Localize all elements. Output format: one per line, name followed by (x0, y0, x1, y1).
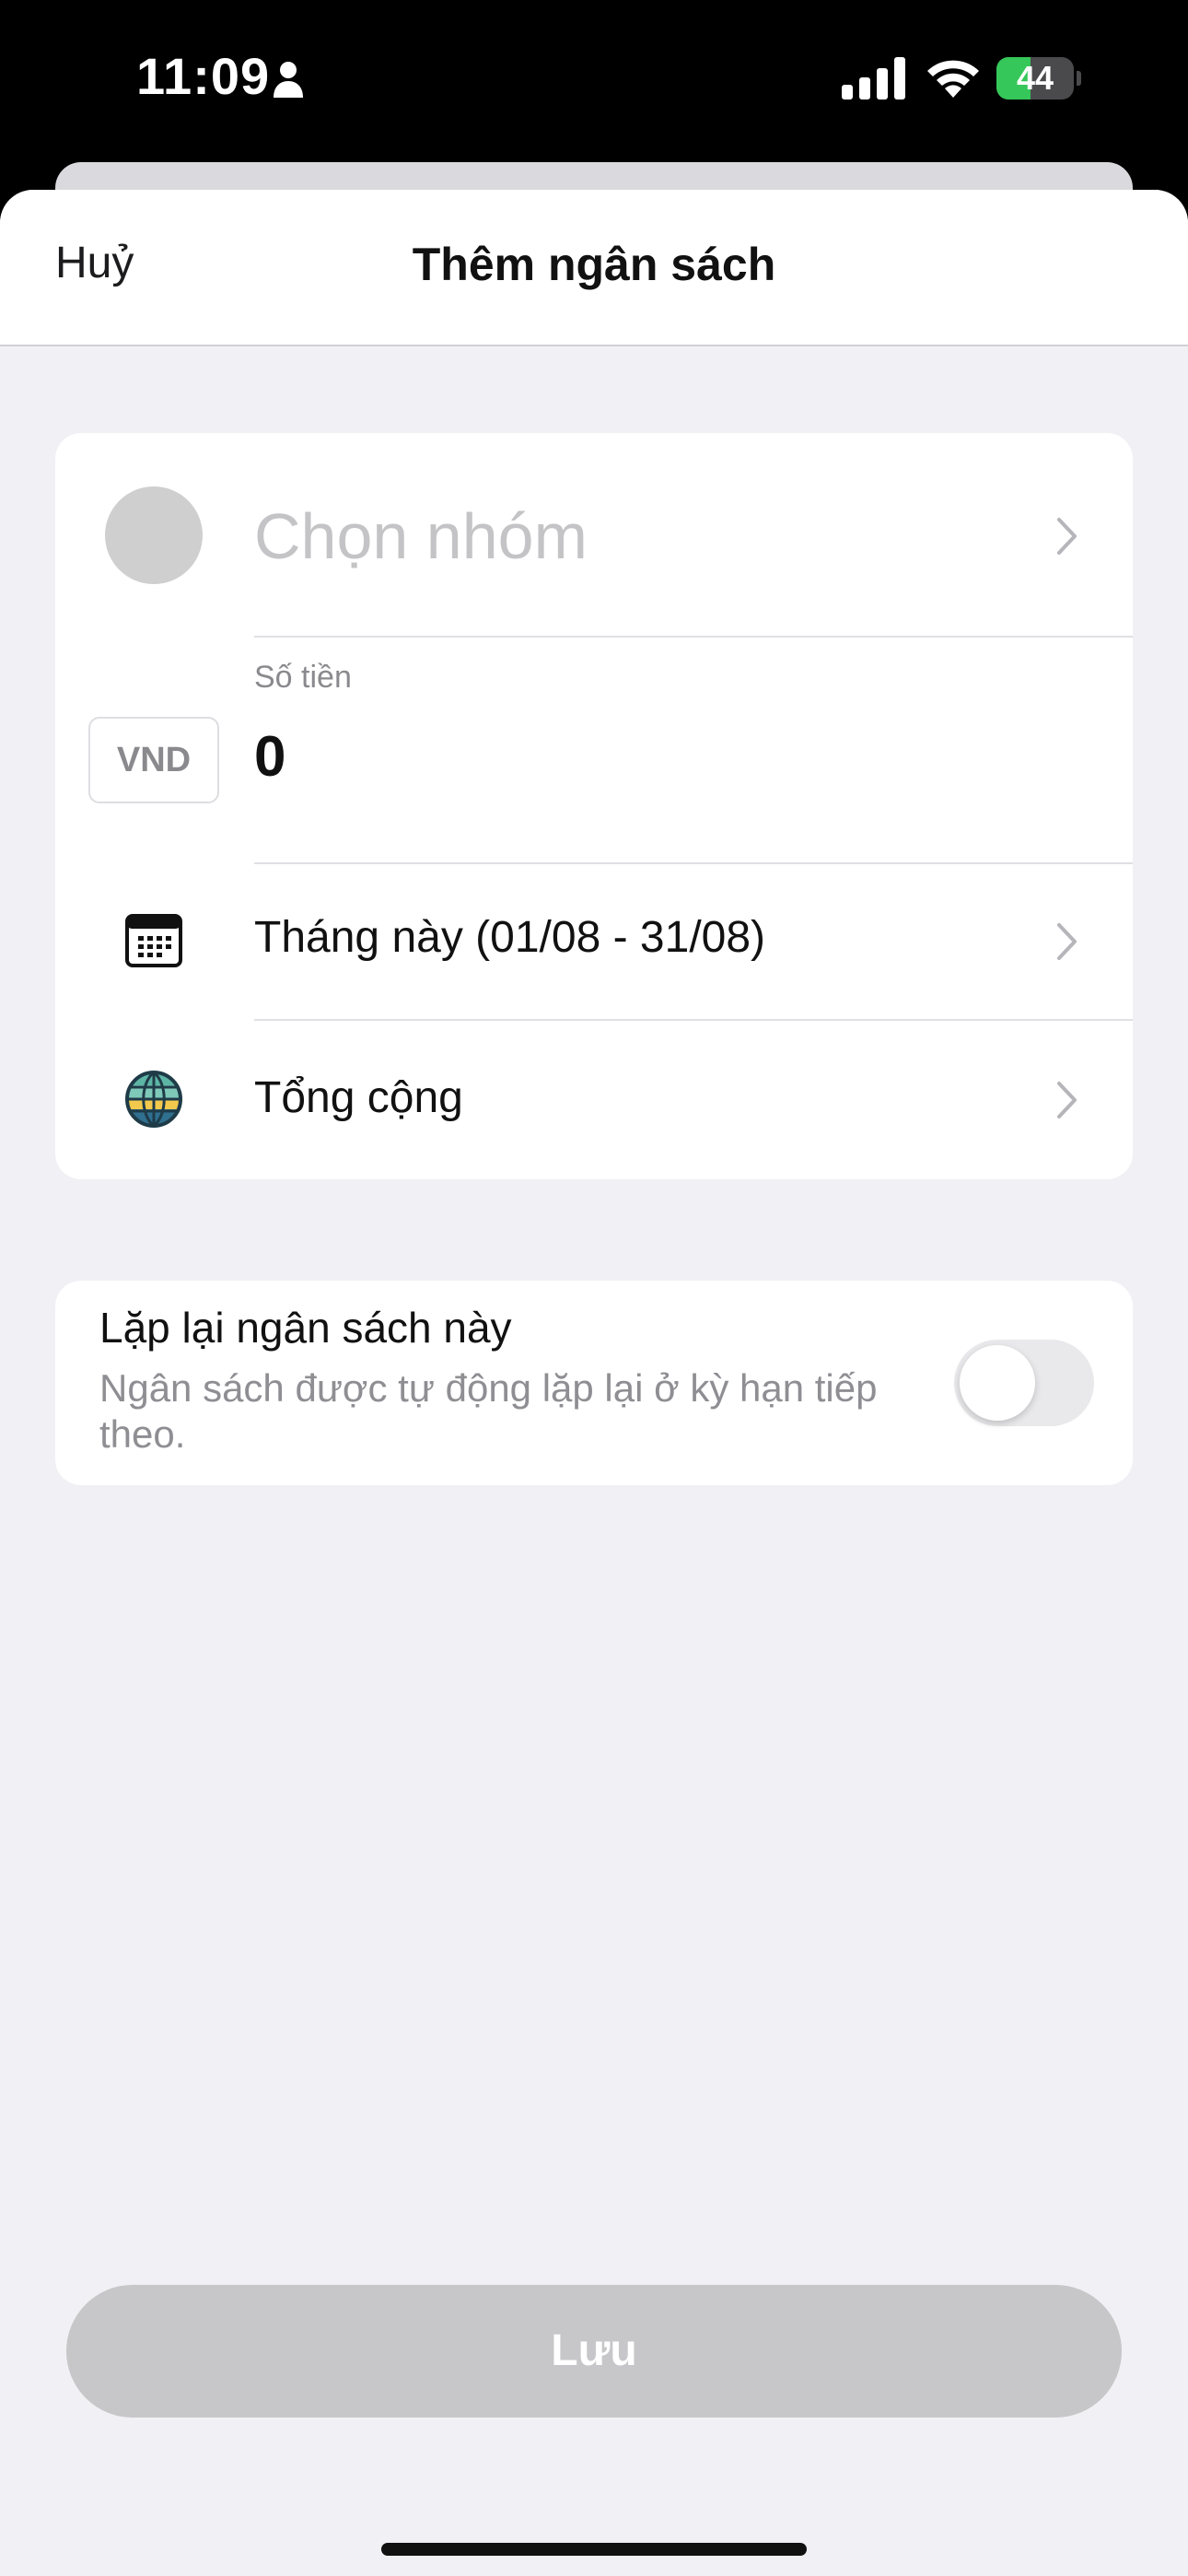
budget-form-card: Chọn nhóm Số tiền VND 0 Tháng này (01/08… (55, 433, 1133, 1179)
amount-label: Số tiền (254, 660, 352, 695)
repeat-description: Ngân sách được tự động lặp lại ở kỳ hạn … (99, 1366, 878, 1456)
toggle-knob (960, 1345, 1035, 1421)
amount-input[interactable]: 0 (254, 724, 285, 790)
wallet-label: Tổng cộng (254, 1073, 463, 1122)
period-label: Tháng này (01/08 - 31/08) (254, 913, 766, 962)
add-budget-sheet: Huỷ Thêm ngân sách Chọn nhóm Số tiền VND… (0, 190, 1188, 2576)
person-icon (274, 62, 303, 98)
chevron-right-icon (1057, 1082, 1077, 1118)
chevron-right-icon (1057, 923, 1077, 960)
save-button[interactable]: Lưu (66, 2285, 1122, 2418)
cellular-signal-icon (842, 57, 905, 100)
page-title: Thêm ngân sách (412, 239, 776, 290)
repeat-toggle[interactable] (954, 1340, 1094, 1426)
calendar-icon (125, 914, 182, 967)
nav-bar: Huỷ Thêm ngân sách (0, 190, 1188, 346)
home-indicator (381, 2543, 807, 2556)
battery-indicator: 44 (996, 57, 1081, 100)
globe-wallet-icon (125, 1071, 182, 1128)
divider (254, 1019, 1133, 1021)
category-placeholder-icon (105, 486, 203, 584)
wifi-icon (927, 60, 979, 98)
repeat-budget-card: Lặp lại ngân sách này Ngân sách được tự … (55, 1281, 1133, 1485)
divider (254, 636, 1133, 638)
status-bar: 11:09 44 (0, 0, 1188, 166)
battery-percent: 44 (1016, 59, 1054, 97)
chevron-right-icon (1057, 518, 1077, 555)
status-time: 11:09 (136, 47, 271, 105)
category-placeholder: Chọn nhóm (254, 500, 588, 572)
currency-selector[interactable]: VND (88, 717, 219, 803)
repeat-title: Lặp lại ngân sách này (99, 1304, 512, 1352)
divider (254, 862, 1133, 864)
